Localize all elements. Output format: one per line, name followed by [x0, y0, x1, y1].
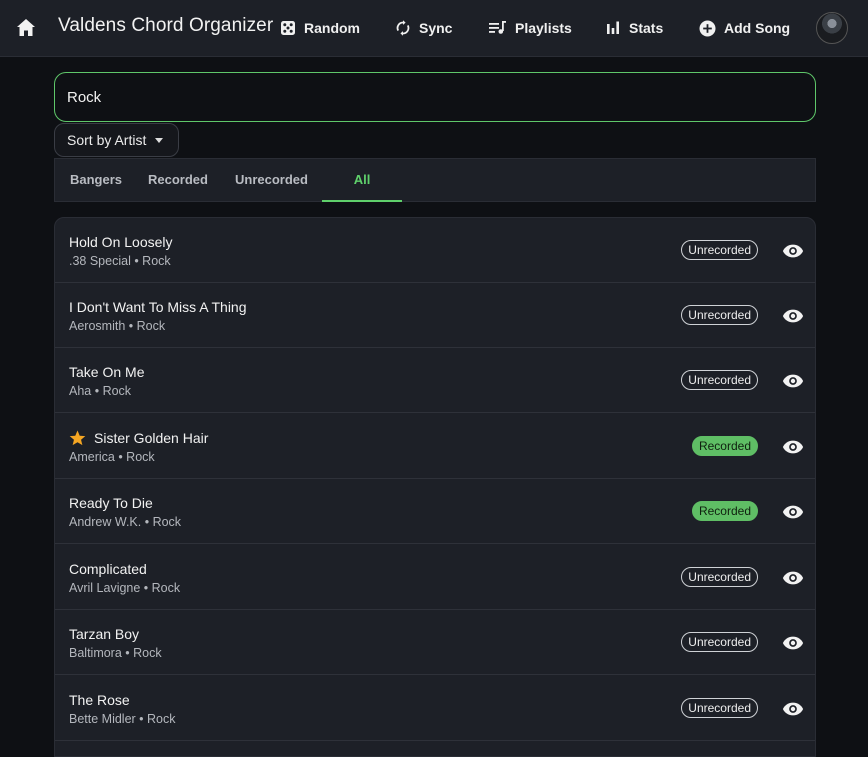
tab-unrecorded[interactable]: Unrecorded	[219, 159, 324, 203]
sync-icon	[396, 20, 410, 36]
song-artist-genre: America • Rock	[69, 450, 155, 464]
navbar: Valdens Chord Organizer Random Sync Play…	[0, 0, 868, 57]
search-input[interactable]	[55, 73, 815, 121]
song-title: Tarzan Boy	[69, 626, 139, 642]
song-artist-genre: Bette Midler • Rock	[69, 712, 176, 726]
song-artist-genre: .38 Special • Rock	[69, 254, 171, 268]
song-title: The Rose	[69, 692, 130, 708]
song-title-text: Ready To Die	[69, 495, 153, 511]
tab-recorded[interactable]: Recorded	[137, 159, 219, 203]
song-title-text: Take On Me	[69, 364, 145, 380]
eye-icon[interactable]	[782, 305, 804, 327]
sync-button[interactable]: Sync	[395, 17, 452, 39]
song-title: Hold On Loosely	[69, 234, 173, 250]
song-title: Sister Golden Hair	[69, 430, 208, 446]
song-artist-genre: Aha • Rock	[69, 384, 132, 398]
song-title-text: Sister Golden Hair	[94, 430, 209, 446]
song-row[interactable]: Take On Me Aha • Rock Unrecorded	[55, 348, 815, 413]
home-icon[interactable]	[14, 16, 38, 40]
song-title-text: Hold On Loosely	[69, 234, 173, 250]
search-box	[54, 72, 816, 122]
dice-icon	[281, 21, 295, 35]
random-button[interactable]: Random	[280, 17, 360, 39]
song-title: Take On Me	[69, 364, 144, 380]
stats-button[interactable]: Stats	[605, 17, 663, 39]
add-song-label: Add Song	[724, 20, 791, 36]
song-title-text: I Don't Want To Miss A Thing	[69, 299, 247, 315]
sort-label: Sort by Artist	[67, 132, 147, 148]
caret-down-icon	[155, 137, 164, 143]
song-row[interactable]: Ready To Die Andrew W.K. • Rock Recorded	[55, 479, 815, 544]
eye-icon[interactable]	[782, 698, 804, 720]
status-badge: Unrecorded	[681, 370, 758, 390]
status-badge: Unrecorded	[681, 305, 758, 325]
song-row[interactable]: Tarzan Boy Baltimora • Rock Unrecorded	[55, 610, 815, 675]
status-badge: Unrecorded	[681, 240, 758, 260]
sync-label: Sync	[419, 20, 453, 36]
tab-bangers[interactable]: Bangers	[55, 159, 137, 203]
bar-chart-icon	[607, 21, 619, 34]
song-row[interactable]: Hold On Loosely .38 Special • Rock Unrec…	[55, 218, 815, 283]
song-artist-genre: Avril Lavigne • Rock	[69, 581, 181, 595]
song-row[interactable]: I Don't Want To Miss A Thing Aerosmith •…	[55, 283, 815, 348]
playlists-button[interactable]: Playlists	[489, 17, 572, 39]
playlists-label: Playlists	[515, 20, 572, 36]
status-badge: Unrecorded	[681, 632, 758, 652]
song-title-text: Tarzan Boy	[69, 626, 140, 642]
song-artist-genre: Baltimora • Rock	[69, 646, 162, 660]
eye-icon[interactable]	[782, 240, 804, 262]
song-title-text: Complicated	[69, 561, 147, 577]
user-avatar[interactable]	[816, 12, 848, 44]
song-artist-genre: Andrew W.K. • Rock	[69, 515, 182, 529]
random-label: Random	[304, 20, 360, 36]
status-badge: Unrecorded	[681, 567, 758, 587]
song-title: Complicated	[69, 561, 147, 577]
star-icon[interactable]	[69, 430, 86, 446]
song-title: Ready To Die	[69, 495, 153, 511]
status-badge: Recorded	[691, 501, 758, 521]
eye-icon[interactable]	[782, 567, 804, 589]
song-artist-genre: Aerosmith • Rock	[69, 319, 166, 333]
add-song-button[interactable]: Add Song	[699, 17, 790, 39]
song-row[interactable]: Complicated Avril Lavigne • Rock Unrecor…	[55, 545, 815, 610]
song-row[interactable]: Sister Golden Hair America • Rock Record…	[55, 414, 815, 479]
eye-icon[interactable]	[782, 501, 804, 523]
add-circle-icon	[699, 20, 716, 36]
app-title[interactable]: Valdens Chord Organizer	[58, 15, 273, 37]
eye-icon[interactable]	[782, 370, 804, 392]
song-list: Hold On Loosely .38 Special • Rock Unrec…	[54, 217, 816, 757]
song-row[interactable]: The Rose Bette Midler • Rock Unrecorded	[55, 676, 815, 741]
sort-dropdown[interactable]: Sort by Artist	[54, 123, 179, 157]
active-tab-indicator	[322, 200, 402, 202]
eye-icon[interactable]	[782, 436, 804, 458]
playlist-icon	[489, 21, 506, 34]
filter-tabs: Bangers Recorded Unrecorded All	[54, 158, 816, 202]
eye-icon[interactable]	[782, 632, 804, 654]
song-title: I Don't Want To Miss A Thing	[69, 299, 247, 315]
tab-all[interactable]: All	[322, 159, 402, 203]
status-badge: Recorded	[691, 436, 758, 456]
status-badge: Unrecorded	[681, 698, 758, 718]
song-title-text: The Rose	[69, 692, 130, 708]
stats-label: Stats	[629, 20, 664, 36]
